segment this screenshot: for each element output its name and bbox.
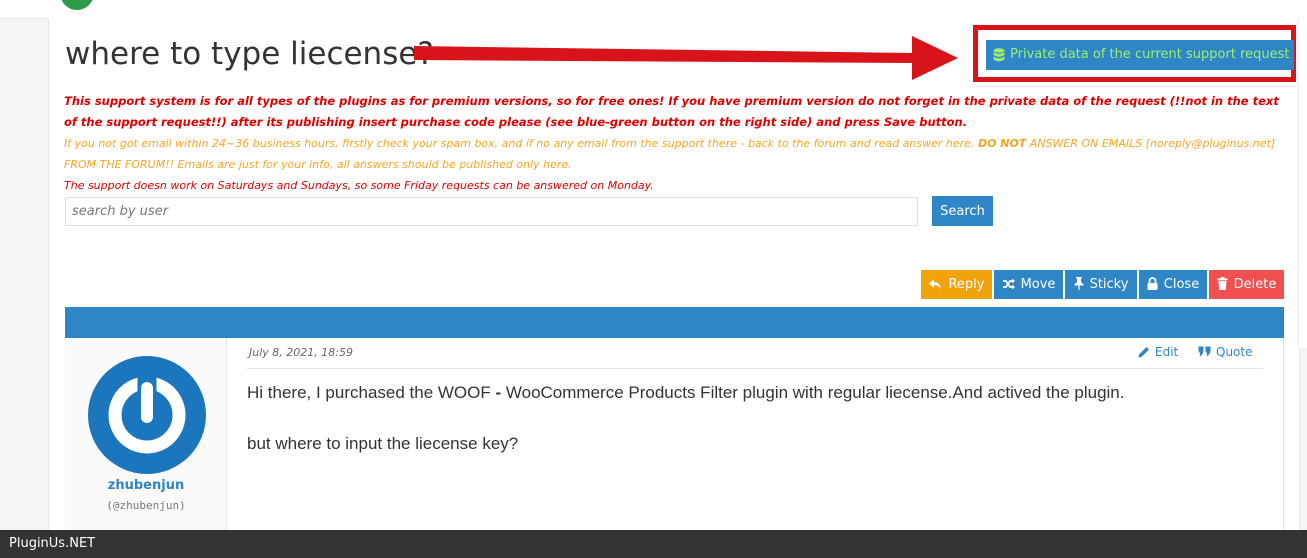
edit-link[interactable]: Edit [1138, 345, 1178, 359]
trash-icon [1217, 277, 1228, 290]
page-title: where to type liecense? [65, 36, 434, 72]
reply-label: Reply [948, 277, 985, 292]
post-date: July 8, 2021, 18:59 [249, 346, 353, 359]
database-icon [993, 47, 1005, 61]
move-label: Move [1020, 277, 1056, 292]
private-data-label: Private data of the current support requ… [1010, 47, 1290, 62]
site-logo[interactable] [60, 0, 94, 10]
sticky-button[interactable]: Sticky [1065, 270, 1137, 299]
quote-icon [1198, 346, 1211, 357]
search-by-user-input[interactable] [65, 197, 918, 226]
post-paragraph-1: Hi there, I purchased the WOOF - WooComm… [247, 383, 1124, 403]
private-data-button[interactable]: Private data of the current support requ… [986, 40, 1294, 70]
reply-button[interactable]: Reply [921, 270, 992, 299]
sticky-label: Sticky [1089, 277, 1129, 292]
reply-icon [929, 278, 942, 289]
email-notice-part1: If you not got email within 24~36 busine… [64, 137, 978, 150]
lock-icon [1147, 277, 1158, 290]
author-name[interactable]: zhubenjun [65, 478, 227, 493]
red-arrow-annotation [414, 36, 958, 80]
quote-label: Quote [1216, 345, 1253, 359]
quote-link[interactable]: Quote [1198, 345, 1252, 359]
edit-label: Edit [1155, 345, 1179, 359]
shuffle-icon [1002, 278, 1015, 289]
footer-bar: PluginUs.NET [0, 530, 1307, 558]
avatar[interactable] [87, 355, 207, 475]
footer-brand: PluginUs.NET [9, 536, 96, 551]
move-button[interactable]: Move [994, 270, 1063, 299]
post-paragraph-2: but where to input the liecense key? [247, 434, 519, 453]
premium-notice: This support system is for all types of … [64, 94, 1279, 129]
topic-header-bar [65, 307, 1284, 338]
post-paragraph-1-b: WooCommerce Products Filter plugin with … [501, 383, 1125, 402]
side-scroll-panel [1299, 18, 1307, 348]
close-topic-button[interactable]: Close [1139, 270, 1207, 299]
weekend-notice: The support doesn work on Saturdays and … [64, 179, 654, 192]
post-divider [247, 368, 1263, 369]
delete-label: Delete [1233, 277, 1277, 292]
email-notice-strong: DO NOT [977, 137, 1027, 150]
email-notice: If you not got email within 24~36 busine… [64, 133, 1279, 175]
author-handle: (@zhubenjun) [106, 499, 186, 512]
close-label: Close [1163, 277, 1200, 292]
pin-icon [1074, 277, 1084, 290]
delete-button[interactable]: Delete [1209, 270, 1284, 299]
post-paragraph-1-a: Hi there, I purchased the WOOF [247, 383, 496, 402]
avatar-power-icon [88, 356, 206, 474]
pencil-icon [1138, 346, 1149, 357]
site-header-bar [0, 0, 1307, 19]
search-button[interactable]: Search [932, 196, 993, 226]
